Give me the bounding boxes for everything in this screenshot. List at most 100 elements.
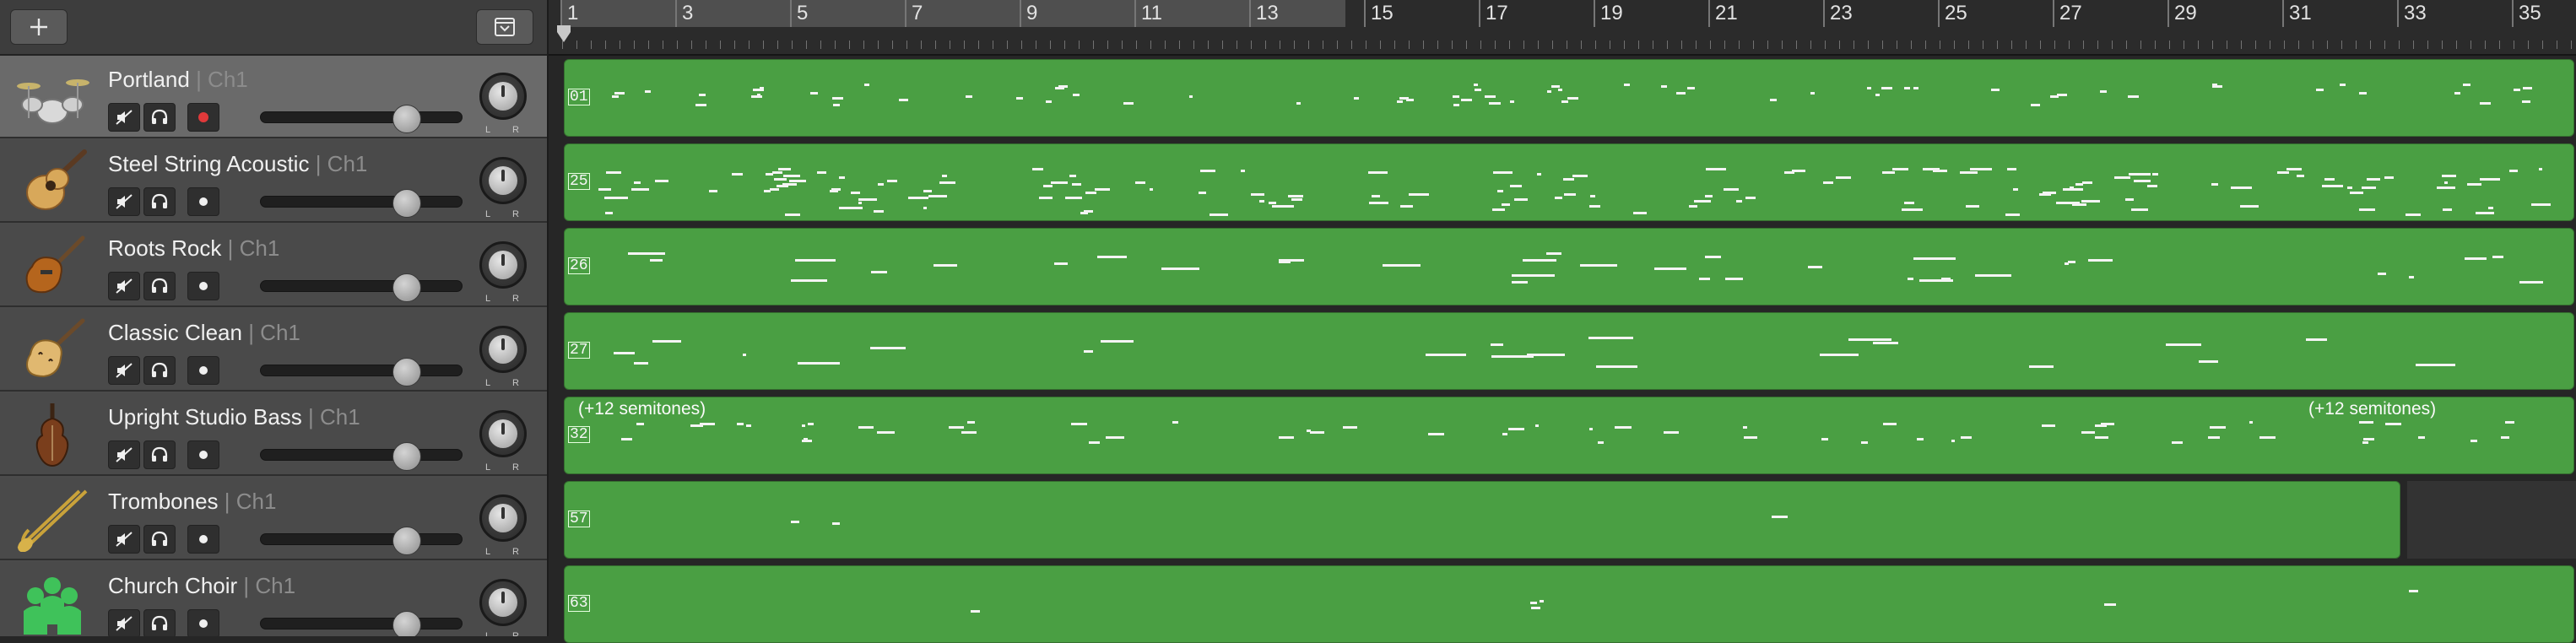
midi-note (2249, 421, 2253, 424)
beat-tick (1954, 41, 1955, 49)
record-enable-button[interactable] (187, 187, 219, 216)
track-header[interactable]: Upright Studio Bass | Ch1 L R (0, 393, 547, 476)
midi-region[interactable]: 25 (564, 143, 2574, 221)
mute-button[interactable] (108, 356, 140, 385)
track-header[interactable]: Steel String Acoustic | Ch1 L R (0, 140, 547, 223)
pan-knob[interactable] (479, 494, 527, 542)
volume-slider-handle[interactable] (392, 358, 421, 386)
volume-slider[interactable] (260, 527, 463, 555)
midi-note (2034, 104, 2040, 106)
empty-lane-area[interactable] (2407, 481, 2576, 559)
track-title[interactable]: Upright Studio Bass | Ch1 (108, 404, 360, 430)
midi-region[interactable]: 57 (564, 481, 2400, 559)
track-title[interactable]: Trombones | Ch1 (108, 489, 276, 515)
volume-slider[interactable] (260, 358, 463, 386)
mute-button[interactable] (108, 525, 140, 554)
collapse-tracks-button[interactable] (476, 9, 533, 45)
midi-note (2523, 87, 2532, 89)
midi-note (650, 259, 663, 262)
pan-knob[interactable] (479, 241, 527, 289)
pan-knob[interactable] (479, 157, 527, 204)
volume-slider-handle[interactable] (392, 611, 421, 636)
solo-button[interactable] (143, 272, 176, 300)
volume-slider[interactable] (260, 189, 463, 218)
track-lanes[interactable]: 01 25 26 27 32 (+12 semitones) (+12 semitones)… (549, 56, 2576, 643)
midi-note (1546, 252, 1561, 255)
midi-note (1383, 264, 1421, 267)
record-enable-button[interactable] (187, 440, 219, 469)
midi-note (2316, 89, 2324, 91)
record-enable-button[interactable] (187, 609, 219, 636)
beat-tick (1810, 41, 1811, 49)
midi-note (795, 259, 836, 262)
midi-note (1861, 441, 1868, 444)
pan-left-label: L (485, 462, 491, 473)
midi-note (1039, 197, 1053, 199)
volume-slider[interactable] (260, 273, 463, 302)
track-title[interactable]: Classic Clean | Ch1 (108, 320, 300, 346)
track-title[interactable]: Roots Rock | Ch1 (108, 235, 279, 262)
track-header[interactable]: Church Choir | Ch1 L R (0, 562, 547, 636)
record-enable-button[interactable] (187, 525, 219, 554)
midi-note (871, 271, 887, 273)
arrangement-area[interactable]: 1 3 5 7 9 11 13 15 17 19 21 23 25 27 29 31 33 35 01 25 26 27… (549, 0, 2576, 643)
mute-button[interactable] (108, 609, 140, 636)
solo-button[interactable] (143, 525, 176, 554)
mute-button[interactable] (108, 103, 140, 132)
add-track-button[interactable] (10, 9, 68, 45)
record-enable-button[interactable] (187, 356, 219, 385)
volume-slider[interactable] (260, 105, 463, 133)
midi-note (1744, 436, 1757, 439)
transpose-label: (+12 semitones) (578, 399, 706, 419)
midi-note (832, 522, 840, 525)
pan-knob[interactable] (479, 73, 527, 120)
midi-note (817, 171, 826, 174)
volume-slider-handle[interactable] (392, 273, 421, 302)
track-header[interactable]: Portland | Ch1 L R (0, 56, 547, 138)
midi-note (1109, 436, 1124, 439)
midi-region[interactable]: 63 (564, 565, 2574, 643)
track-title[interactable]: Church Choir | Ch1 (108, 573, 295, 599)
midi-region[interactable]: 01 (564, 59, 2574, 137)
bar-ruler[interactable]: 1 3 5 7 9 11 13 15 17 19 21 23 25 27 29 31 33 35 (549, 0, 2576, 56)
midi-region[interactable]: 27 (564, 312, 2574, 390)
midi-region[interactable]: 26 (564, 228, 2574, 305)
record-enable-button[interactable] (187, 272, 219, 300)
track-header[interactable]: Roots Rock | Ch1 L R (0, 224, 547, 307)
solo-button[interactable] (143, 187, 176, 216)
volume-slider[interactable] (260, 442, 463, 471)
midi-note (774, 178, 787, 181)
solo-button[interactable] (143, 356, 176, 385)
midi-note (1046, 100, 1052, 103)
volume-slider-handle[interactable] (392, 105, 421, 133)
bar-number: 15 (1371, 2, 1394, 24)
region-label: 25 (568, 173, 590, 190)
midi-region[interactable]: 32 (+12 semitones) (+12 semitones) (564, 397, 2574, 474)
volume-slider-handle[interactable] (392, 189, 421, 218)
track-header[interactable]: Classic Clean | Ch1 L R (0, 309, 547, 392)
midi-note (1288, 195, 1303, 197)
track-title[interactable]: Steel String Acoustic | Ch1 (108, 151, 367, 177)
pan-knob[interactable] (479, 326, 527, 373)
midi-note (1699, 278, 1710, 280)
volume-slider-handle[interactable] (392, 442, 421, 471)
volume-slider[interactable] (260, 611, 463, 636)
mute-button[interactable] (108, 272, 140, 300)
midi-note (1426, 354, 1466, 356)
midi-note (2259, 436, 2276, 439)
track-title[interactable]: Portland | Ch1 (108, 67, 248, 93)
solo-button[interactable] (143, 103, 176, 132)
mute-button[interactable] (108, 187, 140, 216)
pan-knob[interactable] (479, 579, 527, 626)
solo-button[interactable] (143, 440, 176, 469)
playhead-icon[interactable] (557, 25, 571, 42)
cycle-region[interactable] (562, 0, 1345, 27)
headphones-icon (151, 362, 168, 377)
track-header[interactable]: Trombones | Ch1 L R (0, 478, 547, 560)
pan-knob[interactable] (479, 410, 527, 457)
solo-button[interactable] (143, 609, 176, 636)
mute-button[interactable] (108, 440, 140, 469)
beat-tick (820, 41, 821, 49)
record-enable-button[interactable] (187, 103, 219, 132)
volume-slider-handle[interactable] (392, 527, 421, 555)
